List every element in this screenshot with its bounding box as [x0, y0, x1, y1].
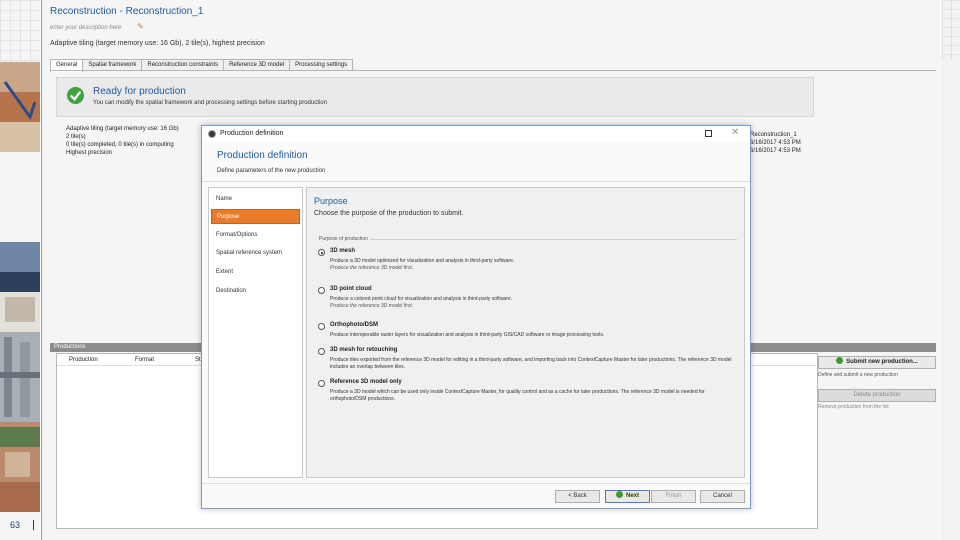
cancel-button[interactable]: Cancel — [700, 490, 745, 503]
option-label: 3D point cloud — [330, 286, 372, 292]
reconstruction-name: Reconstruction_1 — [750, 132, 797, 138]
option-label: 3D mesh — [330, 248, 356, 254]
option-description: Produce interoperable raster layers for … — [330, 332, 605, 338]
tiling-info-line: Adaptive tiling (target memory use: 16 G… — [66, 126, 179, 132]
window-title: Reconstruction - Reconstruction_1 — [50, 6, 204, 17]
footer-divider — [202, 483, 750, 484]
slide-number: 63 — [10, 520, 21, 530]
modified-date: 6/16/2017 4:53 PM — [750, 148, 801, 154]
success-check-icon — [66, 86, 85, 105]
wizard-step-extent[interactable]: Extent — [211, 265, 300, 280]
option-label: 3D mesh for retouching — [330, 347, 398, 353]
tiling-info: Adaptive tiling (target memory use: 16 G… — [66, 125, 179, 157]
slide-right-grid-decoration — [942, 0, 960, 60]
wizard-step-destination[interactable]: Destination — [211, 284, 300, 299]
group-divider — [367, 239, 737, 240]
submit-production-label: Submit new production... — [846, 359, 918, 365]
submit-production-description: Define and submit a new production — [818, 372, 898, 378]
status-description: You can modify the spatial framework and… — [93, 100, 327, 106]
description-field[interactable]: enter your description here — [50, 25, 121, 31]
slide-thumbnail-photo — [0, 62, 40, 152]
purpose-description: Choose the purpose of the production to … — [314, 210, 464, 217]
radio-3d-point-cloud[interactable] — [318, 287, 325, 294]
wizard-step-format-options[interactable]: Format/Options — [211, 228, 300, 243]
slide-right-strip — [942, 0, 960, 540]
delete-production-button[interactable]: Delete production — [818, 389, 936, 402]
radio-reference-3d-model[interactable] — [318, 380, 325, 387]
slide-grid-decoration — [0, 0, 40, 62]
option-label: Orthophoto/DSM — [330, 322, 378, 328]
dialog-window-title: Production definition — [220, 130, 284, 137]
option-description: Produce a colored point cloud for visual… — [330, 296, 740, 310]
option-note: Produce the reference 3D model first. — [330, 265, 414, 271]
option-note: Produce the reference 3D model first. — [330, 303, 414, 309]
wizard-step-spatial-reference[interactable]: Spatial reference system — [211, 246, 300, 261]
wizard-step-name[interactable]: Name — [211, 192, 300, 207]
radio-orthophoto-dsm[interactable] — [318, 323, 325, 330]
tiling-info-line: Highest precision — [66, 150, 113, 156]
purpose-panel: Purpose Choose the purpose of the produc… — [306, 187, 745, 478]
delete-production-description: Remove production from the list — [818, 404, 889, 410]
purpose-group-label: Purpose of production — [319, 236, 370, 242]
tiling-info-line: 2 tile(s) — [66, 134, 86, 140]
column-format[interactable]: Format — [135, 354, 154, 366]
option-description-text: Produce a 3D model optimized for visuali… — [330, 258, 515, 264]
back-button[interactable]: < Back — [555, 490, 600, 503]
dialog-titlebar[interactable]: Production definition ✕ — [202, 126, 750, 142]
purpose-title: Purpose — [314, 196, 348, 206]
edit-pencil-icon[interactable]: ✎ — [137, 23, 145, 31]
submit-production-button[interactable]: Submit new production... — [818, 356, 936, 369]
slide-thumbnail-plant — [0, 332, 40, 422]
radio-3d-mesh[interactable] — [318, 249, 325, 256]
option-label: Reference 3D model only — [330, 379, 402, 385]
reconstruction-meta: Reconstruction_1 6/16/2017 4:53 PM 6/16/… — [750, 131, 801, 155]
tab-divider — [50, 70, 936, 71]
radio-3d-mesh-retouching[interactable] — [318, 348, 325, 355]
reconstruction-summary: Adaptive tiling (target memory use: 16 G… — [50, 40, 265, 47]
wizard-nav: Name Purpose Format/Options Spatial refe… — [208, 187, 303, 478]
option-description: Produce a 3D model optimized for visuali… — [330, 258, 740, 272]
wizard-step-purpose[interactable]: Purpose — [211, 209, 300, 224]
finish-button[interactable]: Finish — [651, 490, 696, 503]
app-icon — [208, 130, 216, 138]
column-status[interactable]: St — [195, 354, 201, 366]
option-description: Produce tiles exported from the referenc… — [330, 357, 732, 370]
tiling-info-line: 0 tile(s) completed, 0 tile(s) in comput… — [66, 142, 174, 148]
created-date: 6/16/2017 4:53 PM — [750, 140, 801, 146]
dialog-divider — [202, 181, 750, 182]
status-title: Ready for production — [93, 86, 186, 97]
dialog-heading: Production definition — [217, 150, 308, 161]
option-description-text: Produce a colored point cloud for visual… — [330, 296, 513, 302]
production-definition-dialog: Production definition ✕ Production defin… — [201, 125, 751, 509]
close-icon[interactable]: ✕ — [731, 127, 739, 138]
maximize-icon[interactable] — [705, 130, 712, 137]
next-button[interactable]: Next — [605, 490, 650, 503]
dialog-subheading: Define parameters of the new production — [217, 168, 326, 174]
submit-icon — [836, 357, 844, 364]
next-arrow-icon — [615, 491, 623, 498]
status-panel: Ready for production You can modify the … — [56, 77, 814, 117]
option-description: Produce a 3D model which can be used onl… — [330, 389, 705, 402]
column-production[interactable]: Production — [69, 354, 98, 366]
slide-thumbnail-aerial — [0, 422, 40, 512]
slide-number-divider — [33, 520, 34, 530]
next-button-label: Next — [625, 493, 639, 499]
slide-thumbnail-city — [0, 242, 40, 332]
